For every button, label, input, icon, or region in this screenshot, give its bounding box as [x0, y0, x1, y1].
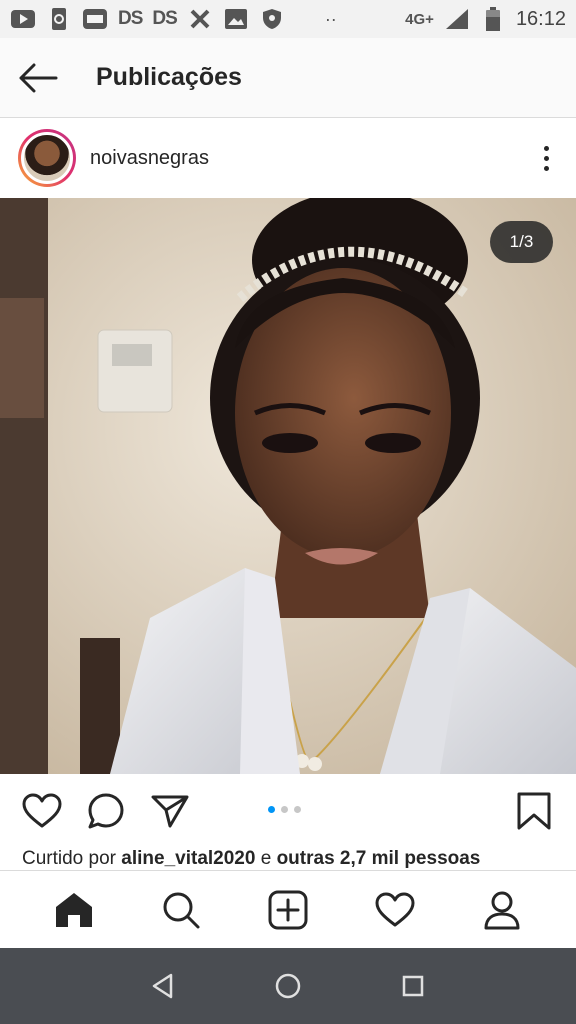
bottom-navigation [0, 870, 576, 948]
signal-icon [444, 8, 470, 30]
bride-photo [0, 198, 576, 774]
triangle-back-icon [152, 973, 172, 999]
add-post-icon [268, 890, 308, 929]
more-options-button[interactable] [534, 138, 558, 178]
heart-icon [375, 892, 415, 926]
system-navigation [0, 948, 576, 1024]
tools-icon [187, 8, 213, 30]
liked-by-user[interactable]: aline_vital2020 [121, 848, 255, 869]
app-bar: Publicações [0, 38, 576, 118]
image-counter: 1/3 [490, 221, 553, 263]
send-icon [151, 795, 189, 828]
more-vertical-icon [543, 145, 549, 151]
nav-profile[interactable] [477, 885, 527, 935]
post-header: noivasnegras [0, 118, 576, 198]
arrow-left-icon [19, 63, 58, 92]
shield-icon [259, 8, 285, 30]
bookmark-icon [517, 792, 551, 830]
page-title: Publicações [96, 63, 242, 91]
system-home-button[interactable] [268, 966, 308, 1006]
back-button[interactable] [0, 38, 76, 118]
share-button[interactable] [148, 789, 192, 833]
system-back-button[interactable] [143, 966, 183, 1006]
likes-conjunction: e [255, 848, 277, 869]
square-recents-icon [403, 975, 424, 997]
carousel-indicator [268, 806, 301, 813]
comment-button[interactable] [84, 789, 128, 833]
nav-new-post[interactable] [263, 885, 313, 935]
nav-activity[interactable] [370, 885, 420, 935]
post-image[interactable]: 1/3 [0, 198, 576, 774]
avatar[interactable] [18, 129, 76, 187]
likes-prefix: Curtido por [22, 848, 122, 869]
avatar-image [21, 132, 73, 184]
battery-icon [480, 7, 506, 31]
phone-refresh-icon [46, 8, 72, 30]
nav-search[interactable] [156, 885, 206, 935]
status-icons-right: 4G+ 16:12 [405, 7, 566, 31]
system-recents-button[interactable] [393, 966, 433, 1006]
network-type: 4G+ [405, 10, 434, 28]
image-icon [223, 8, 249, 30]
circle-home-icon [275, 973, 301, 999]
profile-icon [484, 891, 520, 929]
status-bar: DS DS ·· 4G+ 16:12 [0, 0, 576, 38]
nav-home[interactable] [49, 885, 99, 935]
home-icon [55, 892, 92, 927]
app-badge-icon [82, 8, 108, 30]
status-icons-left: DS DS ·· [10, 8, 337, 30]
search-icon [163, 892, 200, 928]
more-notifications-indicator: ·· [324, 8, 337, 29]
ds-icon: DS [152, 8, 177, 29]
save-button[interactable] [512, 789, 556, 833]
clock: 16:12 [515, 7, 566, 30]
comment-icon [88, 793, 124, 829]
likes-summary: Curtido por aline_vital2020 e outras 2,7… [22, 848, 576, 870]
carousel-dot [294, 806, 301, 813]
carousel-dot [268, 806, 275, 813]
youtube-icon [10, 8, 36, 30]
like-button[interactable] [20, 789, 64, 833]
heart-icon [22, 793, 62, 828]
ds-icon: DS [118, 8, 143, 29]
carousel-dot [281, 806, 288, 813]
likes-others[interactable]: outras 2,7 mil pessoas [277, 848, 481, 869]
post-username[interactable]: noivasnegras [90, 147, 209, 170]
